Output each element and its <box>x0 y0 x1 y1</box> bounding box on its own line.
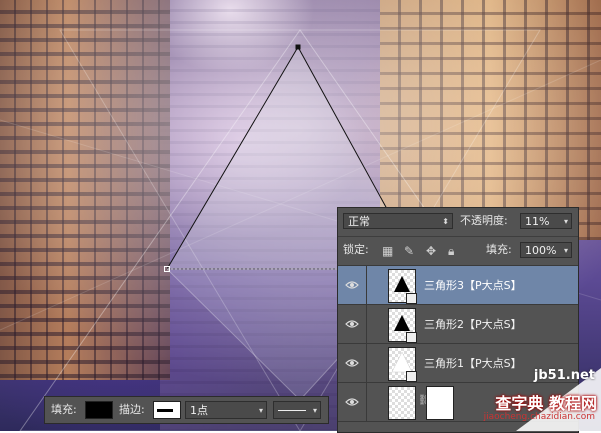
opacity-value: 11% <box>525 215 550 228</box>
eye-icon[interactable] <box>345 356 359 370</box>
stroke-type-dropdown[interactable]: ▾ <box>273 401 321 419</box>
updown-arrows-icon: ⬍ <box>442 217 449 226</box>
eye-icon[interactable] <box>345 317 359 331</box>
lock-all-padlock-icon[interactable]: 🔒︎ <box>448 244 454 258</box>
layer-thumbnail <box>388 269 417 304</box>
fill-label: 填充: <box>51 403 77 416</box>
eye-icon[interactable] <box>345 395 359 409</box>
shape-options-bar: 填充: 描边: 1点 ▾ ▾ <box>44 396 329 424</box>
chevron-down-icon[interactable]: ▾ <box>313 402 317 420</box>
watermark-line2: 查字典 教程网 <box>495 394 597 413</box>
fill-color-swatch[interactable] <box>85 401 113 419</box>
layers-panel-top-row: 正常 ⬍ 不透明度: 11% ▾ <box>338 208 578 237</box>
vector-mask-icon <box>406 293 417 304</box>
anchor-point-top <box>295 44 301 50</box>
layers-panel-lock-row: 锁定: ▦ ✎ ✥ 🔒︎ 填充: 100% ▾ <box>338 237 578 266</box>
lock-transparent-pixels-icon[interactable]: ▦ <box>382 244 393 258</box>
divider <box>366 266 367 304</box>
stroke-label: 描边: <box>119 403 145 416</box>
fill-label: 填充: <box>486 243 512 256</box>
divider <box>366 344 367 382</box>
layer-row-triangle-3[interactable]: 三角形3【P大点S】 <box>338 266 578 305</box>
stroke-line-icon <box>157 409 173 412</box>
stroke-width-value: 1点 <box>190 404 208 417</box>
stroke-color-swatch[interactable] <box>153 401 181 419</box>
watermark-line1: jb51.net <box>533 368 595 383</box>
layer-thumbnail <box>388 347 417 382</box>
layer-name: 三角形3【P大点S】 <box>424 279 522 292</box>
stroke-width-input[interactable]: 1点 ▾ <box>185 401 267 419</box>
watermark: jb51.net 查字典 教程网 jiaocheng.chazidian.com <box>430 368 601 431</box>
vector-mask-icon <box>406 371 417 382</box>
layer-thumbnail <box>388 308 417 343</box>
solid-line-icon <box>278 410 306 411</box>
chevron-down-icon[interactable]: ▾ <box>564 243 568 259</box>
layer-thumbnail <box>388 386 416 420</box>
chevron-down-icon[interactable]: ▾ <box>259 402 263 420</box>
vector-mask-icon <box>406 332 417 343</box>
eye-icon[interactable] <box>345 278 359 292</box>
chevron-down-icon[interactable]: ▾ <box>564 214 568 230</box>
lock-label: 锁定: <box>343 243 369 256</box>
lock-position-move-icon[interactable]: ✥ <box>426 244 436 258</box>
layer-name: 三角形2【P大点S】 <box>424 318 522 331</box>
watermark-line3: jiaocheng.chazidian.com <box>483 412 595 422</box>
fill-input[interactable]: 100% ▾ <box>520 242 572 258</box>
lock-image-pixels-brush-icon[interactable]: ✎ <box>404 244 414 258</box>
layer-row-triangle-2[interactable]: 三角形2【P大点S】 <box>338 305 578 344</box>
opacity-input[interactable]: 11% ▾ <box>520 213 572 229</box>
fill-value: 100% <box>525 244 557 257</box>
blend-mode-dropdown[interactable]: 正常 ⬍ <box>343 213 453 229</box>
divider <box>366 305 367 343</box>
divider <box>366 383 367 421</box>
blend-mode-value: 正常 <box>348 215 370 228</box>
opacity-label: 不透明度: <box>460 214 508 227</box>
